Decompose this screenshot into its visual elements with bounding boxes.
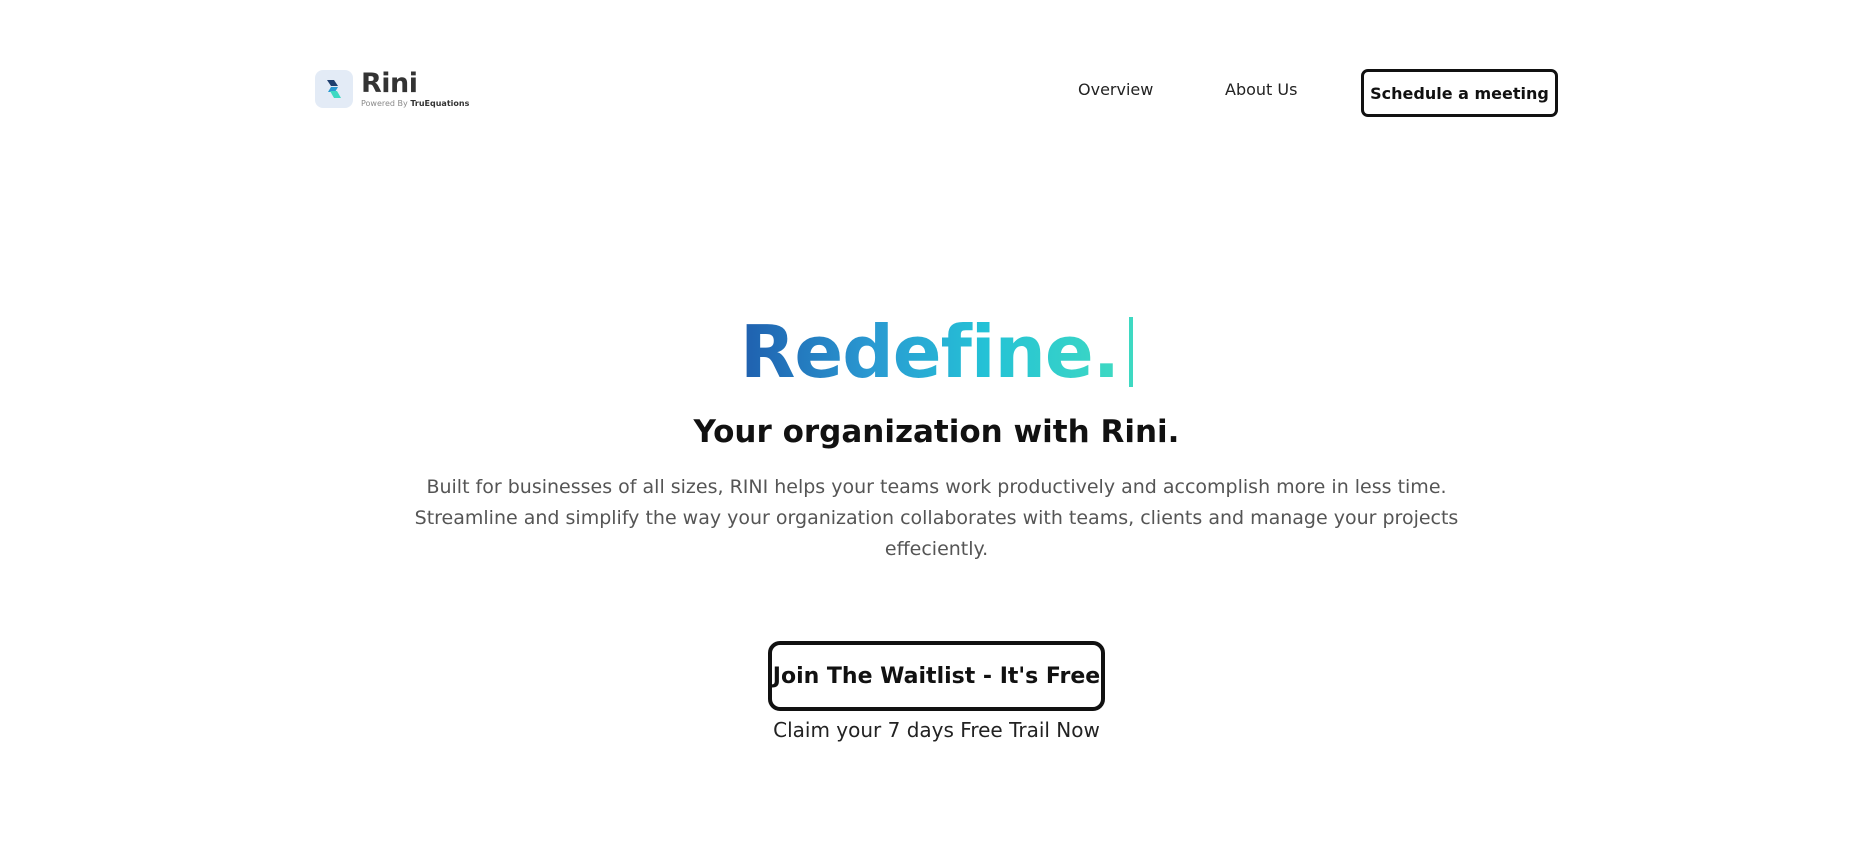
logo-name: Rini	[361, 68, 418, 99]
hero-title-row: Redefine.	[0, 310, 1873, 394]
hero-title: Redefine.	[739, 310, 1120, 394]
page: Rini Powered By TruEquations Overview Ab…	[0, 0, 1873, 856]
free-trial-caption: Claim your 7 days Free Trail Now	[773, 718, 1100, 742]
logo-tagline: Powered By TruEquations	[361, 100, 469, 108]
nav-overview-link[interactable]: Overview	[1078, 80, 1153, 99]
nav-about-us-link[interactable]: About Us	[1225, 80, 1297, 99]
logo[interactable]: Rini Powered By TruEquations	[315, 70, 469, 108]
join-waitlist-button[interactable]: Join The Waitlist - It's Free	[768, 641, 1105, 711]
cta-wrapper: Join The Waitlist - It's Free	[0, 641, 1873, 711]
hero-description: Built for businesses of all sizes, RINI …	[414, 476, 1459, 560]
logo-tag-brand: TruEquations	[410, 99, 470, 108]
typing-caret	[1129, 317, 1134, 387]
schedule-meeting-button[interactable]: Schedule a meeting	[1361, 69, 1558, 117]
rini-logo-icon	[315, 70, 353, 108]
hero-subtitle: Your organization with Rini.	[693, 414, 1180, 450]
logo-tag-prefix: Powered By	[361, 99, 408, 108]
logo-text: Rini Powered By TruEquations	[361, 70, 469, 108]
